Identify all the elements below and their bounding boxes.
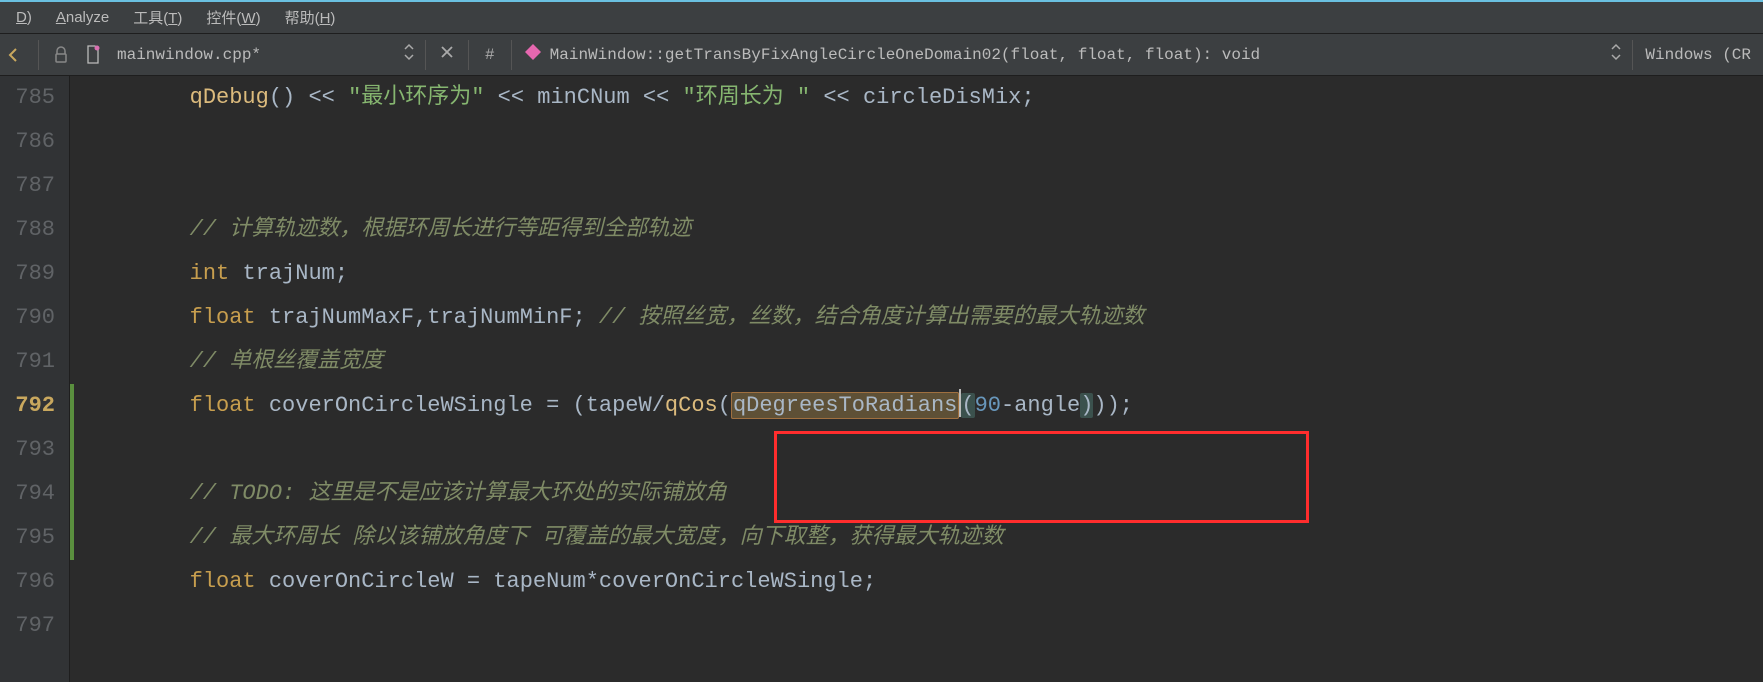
divider bbox=[38, 40, 39, 70]
divider bbox=[468, 40, 469, 70]
line-number: 792 bbox=[0, 384, 55, 428]
code-line[interactable] bbox=[84, 428, 1763, 472]
menu-item[interactable]: 帮助(H) bbox=[273, 7, 348, 28]
menu-bar: D)Analyze工具(T)控件(W)帮助(H) bbox=[0, 2, 1763, 34]
file-icon[interactable] bbox=[80, 42, 106, 68]
line-number: 794 bbox=[0, 472, 55, 516]
menu-item[interactable]: D) bbox=[4, 9, 44, 26]
code-line[interactable]: int trajNum; bbox=[84, 252, 1763, 296]
toolbar: mainwindow.cpp* # MainWindow::getTransBy… bbox=[0, 34, 1763, 76]
line-number: 796 bbox=[0, 560, 55, 604]
divider bbox=[425, 40, 426, 70]
menu-item[interactable]: Analyze bbox=[44, 9, 121, 26]
line-number: 788 bbox=[0, 208, 55, 252]
method-diamond-icon bbox=[518, 43, 548, 67]
lock-icon[interactable] bbox=[48, 42, 74, 68]
code-editor[interactable]: 785786787788789790791792793794795796797 … bbox=[0, 76, 1763, 682]
code-line[interactable]: // 计算轨迹数，根据环周长进行等距得到全部轨迹 bbox=[84, 208, 1763, 252]
line-number: 789 bbox=[0, 252, 55, 296]
line-number: 785 bbox=[0, 76, 55, 120]
code-area[interactable]: qDebug() << "最小环序为" << minCNum << "环周长为 … bbox=[70, 76, 1763, 682]
code-line[interactable]: float coverOnCircleW = tapeNum*coverOnCi… bbox=[84, 560, 1763, 604]
line-number: 793 bbox=[0, 428, 55, 472]
line-number: 786 bbox=[0, 120, 55, 164]
code-line[interactable]: float trajNumMaxF,trajNumMinF; // 按照丝宽，丝… bbox=[84, 296, 1763, 340]
code-line[interactable] bbox=[84, 120, 1763, 164]
filename-label[interactable]: mainwindow.cpp* bbox=[109, 46, 269, 64]
code-line[interactable]: qDebug() << "最小环序为" << minCNum << "环周长为 … bbox=[84, 76, 1763, 120]
divider bbox=[511, 40, 512, 70]
code-line[interactable]: // 单根丝覆盖宽度 bbox=[84, 340, 1763, 384]
function-signature[interactable]: MainWindow::getTransByFixAngleCircleOneD… bbox=[548, 46, 1263, 64]
code-line[interactable] bbox=[84, 164, 1763, 208]
line-number-gutter: 785786787788789790791792793794795796797 bbox=[0, 76, 70, 682]
close-icon[interactable] bbox=[432, 45, 462, 64]
back-icon[interactable] bbox=[3, 42, 29, 68]
line-number: 791 bbox=[0, 340, 55, 384]
menu-item[interactable]: 控件(W) bbox=[194, 7, 272, 28]
file-switcher-icon[interactable] bbox=[399, 43, 419, 66]
divider bbox=[1632, 40, 1633, 70]
line-number: 790 bbox=[0, 296, 55, 340]
line-number: 797 bbox=[0, 604, 55, 648]
line-number: 787 bbox=[0, 164, 55, 208]
code-line[interactable] bbox=[84, 604, 1763, 648]
symbol-switcher-icon[interactable] bbox=[1606, 43, 1626, 66]
line-number: 795 bbox=[0, 516, 55, 560]
code-line[interactable]: // 最大环周长 除以该铺放角度下 可覆盖的最大宽度，向下取整，获得最大轨迹数 bbox=[84, 516, 1763, 560]
code-line[interactable]: // TODO: 这里是不是应该计算最大环处的实际铺放角 bbox=[84, 472, 1763, 516]
code-line[interactable]: float coverOnCircleWSingle = (tapeW/qCos… bbox=[84, 384, 1763, 428]
encoding-label[interactable]: Windows (CR bbox=[1639, 46, 1757, 64]
menu-item[interactable]: 工具(T) bbox=[121, 7, 194, 28]
symbol-hash-icon[interactable]: # bbox=[475, 46, 505, 64]
